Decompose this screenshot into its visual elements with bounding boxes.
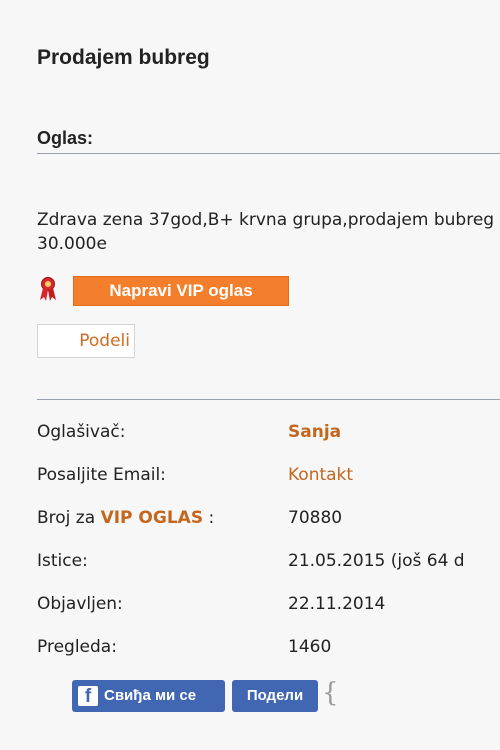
expires-label: Istice: bbox=[37, 551, 88, 571]
divider-top bbox=[37, 153, 500, 154]
contact-link[interactable]: Kontakt bbox=[288, 463, 353, 487]
detail-row-seller: Oglašivač: Sanja bbox=[37, 420, 500, 463]
views-label: Pregleda: bbox=[37, 637, 117, 657]
vip-ad-link[interactable]: VIP OGLAS bbox=[101, 508, 204, 528]
make-vip-ad-button[interactable]: Napravi VIP oglas bbox=[73, 276, 289, 306]
facebook-like-label: Свиђа ми се bbox=[104, 687, 197, 704]
ad-details: Oglašivač: Sanja Posaljite Email: Kontak… bbox=[37, 420, 500, 678]
seller-name[interactable]: Sanja bbox=[288, 420, 341, 444]
ad-section-heading: Oglas: bbox=[37, 128, 94, 148]
vip-number-value: 70880 bbox=[288, 508, 343, 528]
vip-number-label: Broj za VIP OGLAS : bbox=[37, 506, 214, 530]
detail-row-expires: Istice: 21.05.2015 (još 64 d bbox=[37, 549, 500, 592]
divider-bottom bbox=[37, 399, 500, 400]
vip-number-label-prefix: Broj za bbox=[37, 508, 101, 528]
views-value: 1460 bbox=[288, 637, 332, 657]
expires-value: 21.05.2015 (još 64 d bbox=[288, 551, 465, 571]
share-button[interactable]: Podeli bbox=[37, 324, 135, 358]
seller-label: Oglašivač: bbox=[37, 422, 126, 442]
ad-description-line-2: 30.000e bbox=[37, 234, 107, 254]
ad-description: Zdrava zena 37god,B+ krvna grupa,prodaje… bbox=[37, 208, 500, 256]
ad-description-line-1: Zdrava zena 37god,B+ krvna grupa,prodaje… bbox=[37, 210, 495, 230]
vip-number-label-suffix: : bbox=[203, 508, 215, 528]
detail-row-vip-number: Broj za VIP OGLAS : 70880 bbox=[37, 506, 500, 549]
facebook-count-bubble: { bbox=[322, 678, 339, 708]
detail-row-published: Objavljen: 22.11.2014 bbox=[37, 592, 500, 635]
award-ribbon-icon bbox=[40, 277, 56, 301]
facebook-share-button[interactable]: Подели bbox=[232, 680, 318, 712]
detail-row-email: Posaljite Email: Kontakt bbox=[37, 463, 500, 506]
email-label: Posaljite Email: bbox=[37, 465, 166, 485]
detail-row-views: Pregleda: 1460 bbox=[37, 635, 500, 678]
facebook-like-button[interactable]: f Свиђа ми се bbox=[72, 680, 225, 712]
facebook-logo-icon: f bbox=[78, 686, 98, 706]
page-title: Prodajem bubreg bbox=[37, 46, 210, 69]
published-value: 22.11.2014 bbox=[288, 594, 386, 614]
published-label: Objavljen: bbox=[37, 594, 123, 614]
